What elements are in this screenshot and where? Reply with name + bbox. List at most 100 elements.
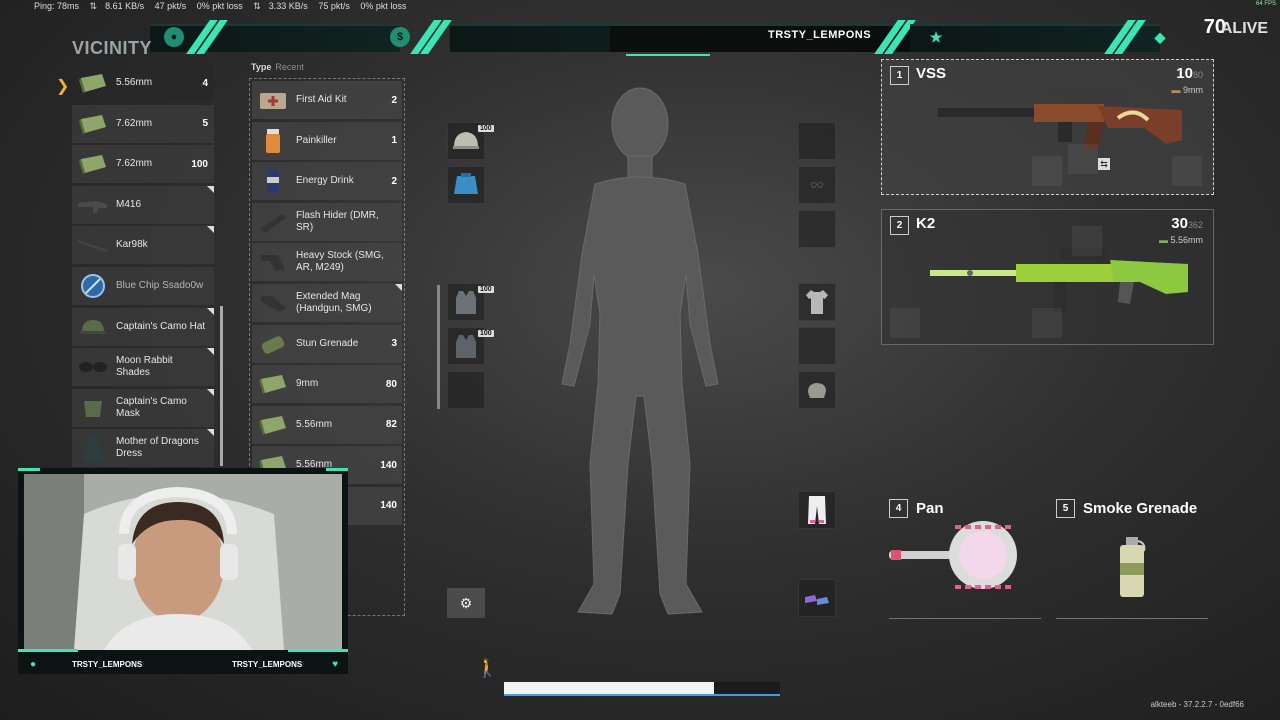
first-aid-kit-icon xyxy=(256,85,290,115)
gloves-slot[interactable] xyxy=(798,371,836,409)
armor-slot[interactable]: 100 xyxy=(447,327,494,365)
attachment-slot-scope[interactable] xyxy=(1072,226,1102,256)
down-loss: 0% pkt loss xyxy=(196,1,243,11)
up-loss: 0% pkt loss xyxy=(360,1,407,11)
flash-hider-icon xyxy=(256,207,290,237)
backpack-item[interactable]: 9mm 80 xyxy=(252,365,402,404)
weapon-slot-2[interactable]: 2 K2 30362 ▬ 5.56mm xyxy=(881,209,1214,345)
vicinity-list: 5.56mm 4 7.62mm 5 7.62mm 100 M416 Kar98k Blue Ch… xyxy=(72,64,214,470)
outfit-settings-button[interactable]: ⚙ xyxy=(447,588,485,618)
empty-slot[interactable] xyxy=(798,210,836,248)
empty-gear-slot[interactable] xyxy=(447,371,485,409)
overlay-accent xyxy=(288,649,348,652)
melee-slot-4[interactable]: 4 Pan xyxy=(889,499,1041,619)
throwable-slot-5[interactable]: 5 Smoke Grenade xyxy=(1056,499,1208,619)
attachment-slot-stock[interactable] xyxy=(1068,144,1098,174)
sort-type[interactable]: Type xyxy=(251,62,271,72)
overlay-bar xyxy=(150,24,400,52)
backpack-item-label: Energy Drink xyxy=(296,175,354,187)
stream-overlay-top: ● $ TRSTY_LEMPONS xyxy=(150,18,910,58)
vicinity-item-label: Moon Rabbit Shades xyxy=(116,355,173,379)
backpack-item-count: 140 xyxy=(380,500,397,512)
weapon-slot-1[interactable]: 1 VSS 1080 ▬ 9mm ⇆ xyxy=(881,59,1214,195)
ammo-box-icon xyxy=(256,369,290,399)
backpack-item[interactable]: Heavy Stock (SMG, AR, M249) xyxy=(252,243,402,282)
empty-slot[interactable] xyxy=(798,122,836,160)
vicinity-item-label: Kar98k xyxy=(116,239,148,251)
backpack-item[interactable]: Painkiller 1 xyxy=(252,121,402,160)
vicinity-item[interactable]: Captain's Camo Hat xyxy=(72,307,214,346)
slot-underline xyxy=(889,618,1041,619)
backpack-item[interactable]: Stun Grenade 3 xyxy=(252,324,402,363)
attachment-slot-muzzle[interactable] xyxy=(1172,156,1202,186)
overlay-underline xyxy=(626,54,710,56)
dress-icon xyxy=(76,433,110,463)
mask-icon xyxy=(76,393,110,423)
empty-slot[interactable] xyxy=(798,327,836,365)
vicinity-item[interactable]: Mother of Dragons Dress xyxy=(72,429,214,468)
vicinity-item[interactable]: Kar98k xyxy=(72,226,214,265)
helmet-icon xyxy=(453,132,479,149)
helmet-slot[interactable]: 100 xyxy=(447,122,494,160)
vicinity-item-label: Captain's Camo Hat xyxy=(116,320,206,332)
glasses-icon: ◌◌ xyxy=(810,179,824,191)
vicinity-item[interactable]: Captain's Camo Mask xyxy=(72,388,214,427)
backpack-icon xyxy=(454,173,478,194)
weapon-slot-number: 1 xyxy=(890,66,909,85)
vicinity-scrollbar[interactable] xyxy=(220,306,223,466)
pants-slot[interactable] xyxy=(798,491,836,529)
backpack-item[interactable]: Energy Drink 2 xyxy=(252,162,402,201)
expand-corner-icon xyxy=(207,307,214,315)
overlay-accent xyxy=(326,468,348,471)
glasses-icon xyxy=(76,352,110,382)
painkiller-icon xyxy=(256,126,290,156)
vest-slot[interactable]: 100 xyxy=(447,283,494,321)
vicinity-item-label: 7.62mm xyxy=(116,158,153,170)
slot-underline xyxy=(1056,618,1208,619)
fps-counter: 64 FPS xyxy=(1255,1,1276,7)
loading-bar xyxy=(504,682,780,696)
ammo-box-icon xyxy=(256,410,290,440)
shoes-slot[interactable] xyxy=(798,579,836,617)
vicinity-title: VICINITY xyxy=(72,38,153,58)
backpack-item[interactable]: First Aid Kit 2 xyxy=(252,81,402,119)
vicinity-item[interactable]: M416 xyxy=(72,185,214,224)
glasses-slot[interactable]: ◌◌ xyxy=(798,166,836,204)
loading-bar-line xyxy=(504,694,780,696)
backpack-item[interactable]: Flash Hider (DMR, SR) xyxy=(252,202,402,241)
network-stats: Ping: 78ms ⇅ 8.61 KB/s 47 pkt/s 0% pkt lo… xyxy=(34,1,414,12)
hat-icon xyxy=(76,312,110,342)
attachment-slot-grip[interactable] xyxy=(1032,308,1062,338)
attachment-slot-magazine[interactable] xyxy=(1032,156,1062,186)
backpack-item-count: 3 xyxy=(391,338,397,350)
backpack-item[interactable]: Extended Mag (Handgun, SMG) xyxy=(252,283,402,322)
backpack-item-label: 9mm xyxy=(296,378,319,390)
backpack-item[interactable]: 5.56mm 82 xyxy=(252,405,402,444)
backpack-slot[interactable] xyxy=(447,166,485,204)
rifle-icon xyxy=(76,190,110,220)
cam-name-left: TRSTY_LEMPONS xyxy=(72,660,143,669)
helmet-durability: 100 xyxy=(478,125,494,132)
shirt-icon xyxy=(806,290,828,314)
vicinity-item[interactable]: Moon Rabbit Shades xyxy=(72,348,214,387)
sort-recent[interactable]: Recent xyxy=(275,62,304,72)
vicinity-item[interactable]: Blue Chip Ssado0w xyxy=(72,266,214,305)
up-pkt: 75 pkt/s xyxy=(318,1,350,11)
drop-icon: ◆ xyxy=(1154,29,1166,45)
attachment-slot-muzzle[interactable] xyxy=(890,308,920,338)
expand-corner-icon xyxy=(207,226,214,234)
streamer-video xyxy=(24,474,342,650)
vicinity-item[interactable]: 7.62mm 100 xyxy=(72,145,214,184)
blue-chip-icon xyxy=(76,271,110,301)
social-icon: $ xyxy=(390,27,410,47)
equipment-scrollbar[interactable] xyxy=(437,285,440,409)
weapon-slot-number: 2 xyxy=(890,216,909,235)
vicinity-item[interactable]: 5.56mm 4 xyxy=(72,64,214,102)
expand-corner-icon xyxy=(207,429,214,437)
ping-text: Ping: 78ms xyxy=(34,1,80,11)
fire-mode-icon[interactable]: ⇆ xyxy=(1098,158,1110,170)
vest-durability: 100 xyxy=(478,286,494,293)
vicinity-item-count: 5 xyxy=(202,118,208,130)
vicinity-item[interactable]: 7.62mm 5 xyxy=(72,104,214,143)
top-clothing-slot[interactable] xyxy=(798,283,836,321)
